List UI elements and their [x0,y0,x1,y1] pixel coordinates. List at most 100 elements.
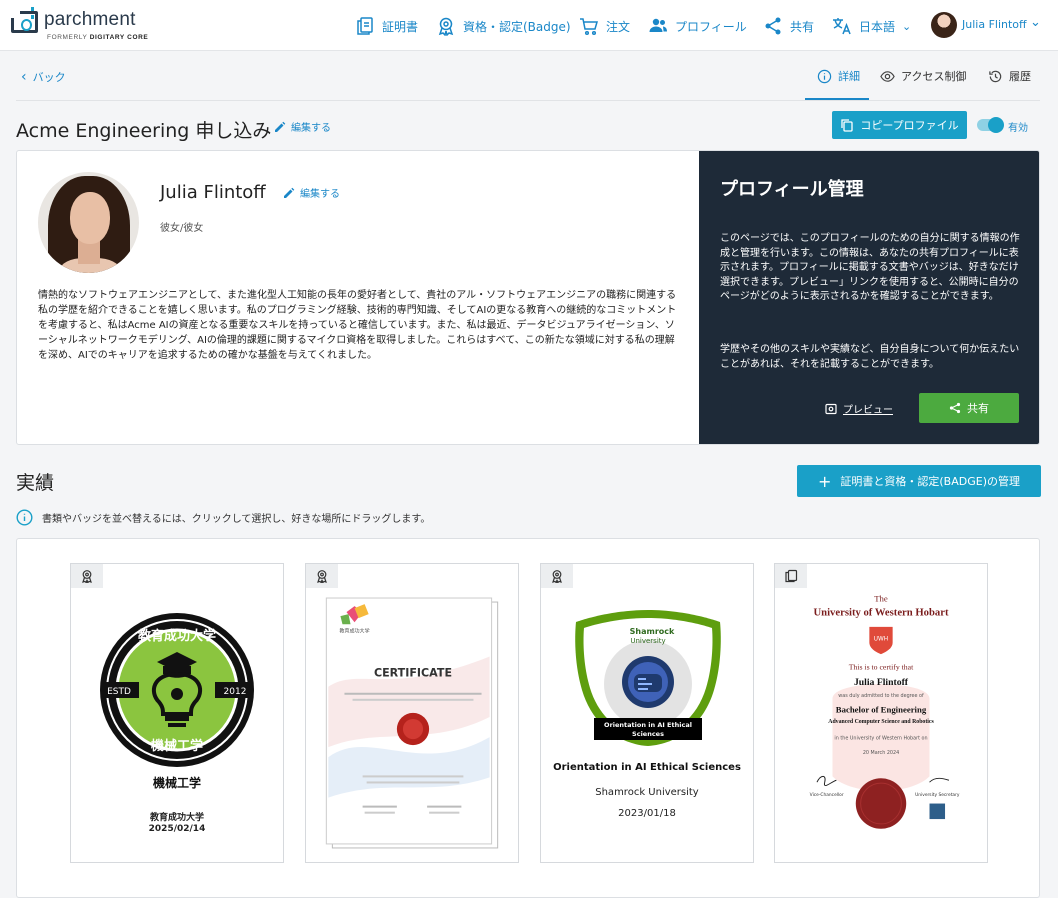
svg-text:Sciences: Sciences [632,730,664,738]
pencil-icon [284,187,295,198]
reorder-hint: 書類やバッジを並べ替えるには、クリックして選択し、好きな場所にドラッグします。 [16,509,430,526]
badge-image: Shamrock University Orientation in AI Et… [575,610,721,746]
certificate-doc-icon [357,17,373,35]
credential-issuer: 教育成功大学 [149,813,204,823]
badge-icon [552,570,562,583]
profile-bio: 情熱的なソフトウェアエンジニアとして、また進化型人工知能の長年の愛好者として、貴… [38,290,677,361]
profile-card: Julia Flintoff 編集する 彼女/彼女 情熱的なソフトウェアエンジニ… [16,150,1040,445]
eye-icon [880,70,895,82]
chevron-left-icon: ‹ [21,69,27,85]
edit-title-button[interactable]: 編集する [274,119,331,134]
svg-text:20 March 2024: 20 March 2024 [863,750,899,756]
credential-name: Orientation in AI Ethical Sciences [553,762,741,773]
nav-share[interactable]: 共有 [763,16,814,36]
tab-details[interactable]: 詳細 [817,68,860,84]
logo-subtitle: FORMERLY DIGITARY CORE [47,34,149,41]
svg-text:in the University of Western H: in the University of Western Hobart on [834,735,927,741]
credential-issuer: Shamrock University [595,787,699,798]
svg-text:CERTIFICATE: CERTIFICATE [374,667,452,680]
manage-credentials-button[interactable]: + 証明書と資格・認定(BADGE)の管理 [797,465,1041,497]
svg-text:ESTD: ESTD [107,687,131,697]
svg-text:was duly admitted to the degre: was duly admitted to the degree of [838,693,924,699]
profile-avatar [38,172,139,273]
document-icon [785,569,798,583]
certificate-image: 教育成功大学 CERTIFICATE [325,597,499,849]
edit-profile-button[interactable]: 編集する [283,185,340,200]
share-icon [765,17,781,35]
profile-management-panel: プロフィール管理 このページでは、このプロフィールのための自分に関する情報の作成… [699,151,1039,444]
svg-text:Advanced Computer Science and: Advanced Computer Science and Robotics [828,719,934,725]
svg-text:2012: 2012 [224,687,247,697]
panel-description: このページでは、このプロフィールのための自分に関する情報の作成と管理を行います。… [720,233,1020,302]
nav-badges[interactable]: 資格・認定(Badge) [436,16,571,36]
credential-date: 2023/01/18 [618,808,676,819]
credential-card[interactable]: ESTD 2012 教育成功大学 機械工学 機械工学 教育成功大学 2025/0… [70,563,284,863]
badge-ribbon-icon [438,17,454,36]
svg-text:Shamrock: Shamrock [630,627,675,636]
badge-icon [82,570,92,583]
copy-profile-button[interactable]: コピープロファイル [832,111,967,139]
achievements-title: 実績 [16,472,55,494]
nav-orders[interactable]: 注文 [579,16,630,36]
back-link[interactable]: ‹ バック [21,69,66,85]
credential-name: 機械工学 [152,776,201,790]
user-menu-name[interactable]: Julia Flintoff [962,18,1027,31]
badge-type-indicator [541,564,573,588]
document-type-indicator [775,564,807,588]
achievements-grid: ESTD 2012 教育成功大学 機械工学 機械工学 教育成功大学 2025/0… [16,538,1040,898]
credential-date: 2025/02/14 [148,824,206,834]
chevron-down-icon: ⌄ [902,19,912,33]
plus-icon: + [817,471,832,491]
svg-text:University Secretary: University Secretary [915,792,960,798]
info-icon [16,509,33,526]
svg-text:The: The [874,594,888,604]
enabled-toggle-label: 有効 [1008,123,1028,134]
preview-icon [825,403,837,414]
svg-text:Julia Flintoff: Julia Flintoff [854,677,909,688]
badge-type-indicator [71,564,103,588]
badge-icon [317,570,327,583]
share-button[interactable]: 共有 [919,393,1019,423]
svg-text:UWH: UWH [874,637,888,643]
svg-text:University: University [630,637,665,645]
credential-card[interactable]: 教育成功大学 CERTIFICATE [305,563,519,863]
svg-text:Vice-Chancellor: Vice-Chancellor [810,792,844,798]
nav-profile[interactable]: プロフィール [648,16,747,36]
svg-text:This is to certify that: This is to certify that [849,663,914,672]
pencil-icon [275,121,286,132]
nav-certificates[interactable]: 証明書 [355,16,418,36]
share-icon [949,402,961,414]
nav-language[interactable]: 日本語 ⌄ [832,16,911,36]
logo-text: parchment [44,9,136,30]
history-icon [989,70,1002,82]
user-avatar[interactable] [931,12,957,38]
svg-text:Bachelor of Engineering: Bachelor of Engineering [836,704,927,714]
badge-type-indicator [306,564,338,588]
preview-link[interactable]: プレビュー [825,401,893,416]
top-nav: parchment FORMERLY DIGITARY CORE 証明書 資格・… [0,0,1058,51]
page-title: Acme Engineering 申し込み [16,120,272,142]
users-icon [649,18,667,32]
panel-description-2: 学歴やその他のスキルや実績など、自分自身について何か伝えたいことがあれば、それを… [720,344,1020,370]
svg-text:教育成功大学: 教育成功大学 [137,628,216,644]
translate-icon [833,18,851,35]
info-icon [817,69,832,83]
tab-access-control[interactable]: アクセス制御 [880,68,966,84]
svg-text:教育成功大学: 教育成功大学 [340,627,370,634]
cart-icon [580,18,598,36]
svg-text:Orientation in AI Ethical: Orientation in AI Ethical [604,721,692,729]
degree-document-image: The University of Western Hobart UWH Thi… [810,594,960,829]
panel-title: プロフィール管理 [720,179,864,200]
copy-icon [841,119,853,132]
enabled-toggle[interactable] [977,117,1004,133]
svg-text:機械工学: 機械工学 [151,738,203,754]
credential-card[interactable]: Shamrock University Orientation in AI Et… [540,563,754,863]
chevron-down-icon[interactable]: ⌄ [1030,15,1041,30]
badge-image: ESTD 2012 教育成功大学 機械工学 [100,613,254,767]
svg-text:University of Western Hobart: University of Western Hobart [813,606,949,618]
profile-pronouns: 彼女/彼女 [160,223,204,234]
parchment-logo[interactable]: parchment FORMERLY DIGITARY CORE [11,7,151,44]
tab-history[interactable]: 履歴 [988,68,1031,84]
profile-name: Julia Flintoff [160,182,266,203]
credential-card[interactable]: The University of Western Hobart UWH Thi… [774,563,988,863]
